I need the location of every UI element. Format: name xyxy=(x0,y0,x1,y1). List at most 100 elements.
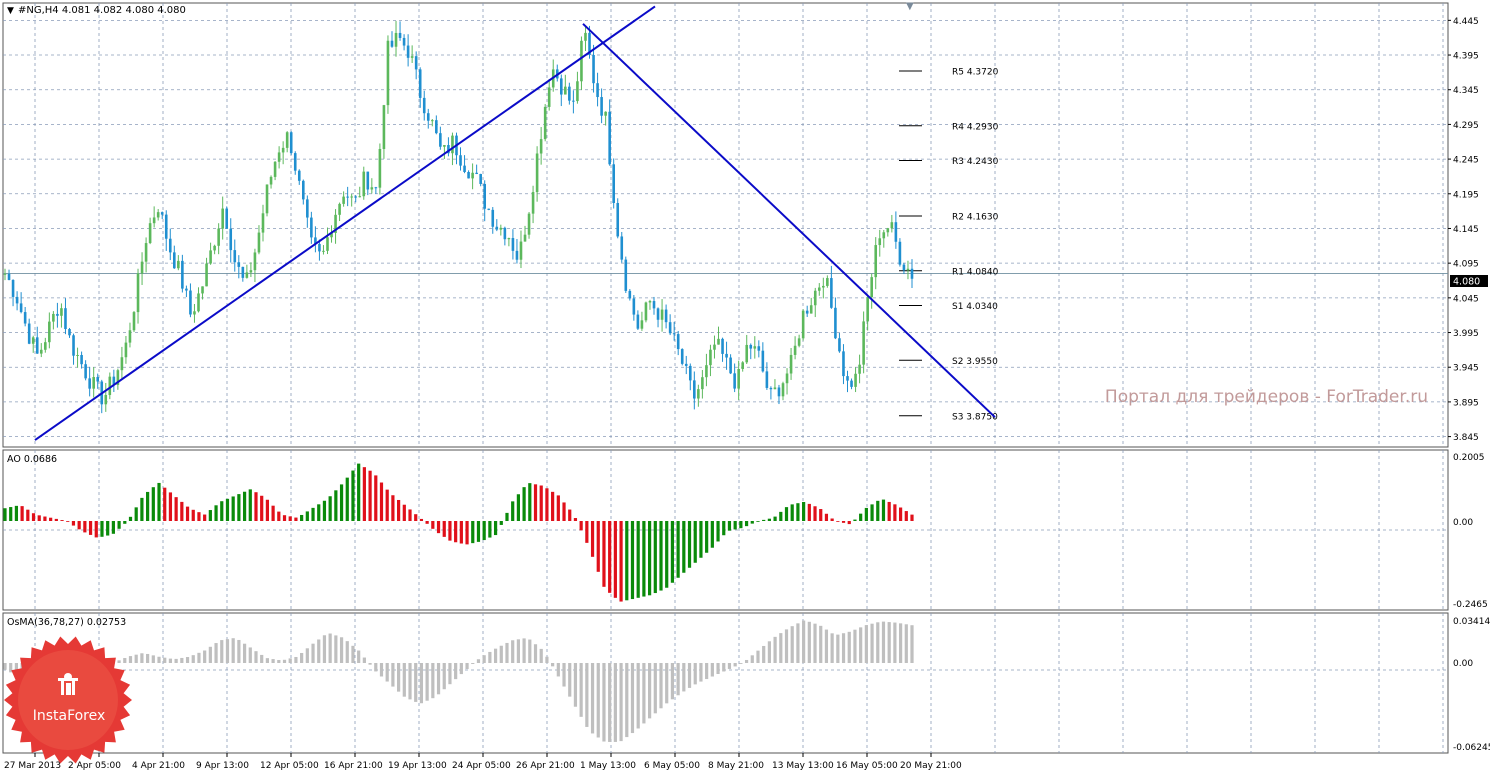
ao-bar xyxy=(151,487,155,521)
ao-bar xyxy=(174,497,178,521)
candle-body xyxy=(898,241,902,265)
ao-bar xyxy=(225,498,230,521)
candle-body xyxy=(293,153,297,171)
trading-terminal-chart: R5 4.3720 R4 4.2930 R3 4.2430 R2 4.1630 R1 4… xyxy=(0,0,1490,772)
candle-body xyxy=(475,172,478,174)
candle-body xyxy=(451,135,454,154)
osma-bar xyxy=(608,663,612,742)
ao-bar xyxy=(551,491,555,521)
osma-bar xyxy=(488,651,492,663)
osma-bar xyxy=(619,663,623,742)
candle-body xyxy=(144,243,148,262)
candle-body xyxy=(600,97,603,116)
osma-bar xyxy=(767,641,771,663)
chart-dropdown-icon[interactable]: ▼ xyxy=(7,6,14,16)
main-price-panel[interactable] xyxy=(2,2,1449,448)
ao-bar xyxy=(191,509,195,521)
osma-bar xyxy=(265,658,270,663)
osma-bar xyxy=(813,623,817,663)
ao-bar xyxy=(653,521,657,594)
osma-bar xyxy=(220,640,224,663)
candle-body xyxy=(616,202,620,237)
ao-bar xyxy=(727,521,732,531)
candle-body xyxy=(148,223,152,244)
time-axis-label: 19 Apr 13:00 xyxy=(388,761,447,771)
candle-body xyxy=(628,290,632,299)
pivot-level-label: R2 4.1630 xyxy=(952,212,999,222)
candle-body xyxy=(128,330,132,343)
candle-body xyxy=(672,333,676,335)
ao-bar xyxy=(163,487,167,521)
ao-bar xyxy=(836,521,840,522)
osma-bar xyxy=(887,622,891,663)
osma-bar xyxy=(545,656,549,663)
ao-bar xyxy=(493,521,498,536)
price-axis-label: 3.995 xyxy=(1453,329,1479,339)
candle-body xyxy=(713,344,716,350)
ao-bar xyxy=(94,521,98,538)
candle-body xyxy=(846,376,849,381)
ao-bar xyxy=(762,519,766,521)
ao-bar xyxy=(790,504,794,521)
candle-body xyxy=(753,346,757,349)
price-axis-label: 4.245 xyxy=(1453,156,1479,166)
osma-indicator-panel[interactable] xyxy=(2,612,1449,754)
candle-body xyxy=(289,132,293,154)
ao-bar xyxy=(904,511,908,521)
osma-bar xyxy=(653,663,657,714)
osma-bar xyxy=(562,663,566,687)
candle-body xyxy=(459,155,462,166)
candle-body xyxy=(729,357,732,374)
price-axis[interactable]: 4.445 4.395 4.345 4.295 4.245 4.195 4.145 4.095… xyxy=(1448,17,1479,443)
osma-bar xyxy=(465,663,469,670)
ao-bar xyxy=(830,518,834,521)
osma-bar xyxy=(454,663,458,680)
ao-bar xyxy=(585,521,589,543)
ao-bar xyxy=(590,521,595,557)
osma-bar xyxy=(630,663,635,734)
ao-bar xyxy=(659,521,663,591)
ao-bar xyxy=(26,509,30,521)
candle-body xyxy=(241,266,245,278)
pivot-level-label: R1 4.0840 xyxy=(952,267,999,277)
ao-bar xyxy=(14,505,19,521)
osma-bar xyxy=(128,656,133,663)
ao-bar xyxy=(505,512,509,521)
candle-body xyxy=(737,368,740,389)
ao-bar xyxy=(88,521,93,535)
time-axis-label: 1 May 13:00 xyxy=(580,761,636,771)
osma-bar xyxy=(311,643,315,663)
ao-bar xyxy=(368,470,372,521)
ao-bar xyxy=(237,494,241,521)
candle-body xyxy=(68,329,71,336)
osma-bar xyxy=(642,663,646,724)
candle-body xyxy=(559,78,563,95)
scroll-marker-icon[interactable]: ▼ xyxy=(906,1,914,12)
ao-bar xyxy=(625,521,629,601)
ao-bar xyxy=(260,495,264,521)
osma-bar xyxy=(134,654,138,663)
pivot-level-label: R5 4.3720 xyxy=(952,67,999,77)
price-axis-label: 3.845 xyxy=(1453,433,1479,443)
osma-bar xyxy=(231,638,235,663)
chart-canvas[interactable]: R5 4.3720 R4 4.2930 R3 4.2430 R2 4.1630 R1 4… xyxy=(0,0,1490,772)
ao-bar xyxy=(294,517,298,521)
time-axis[interactable]: 27 Mar 2013 2 Apr 05:00 4 Apr 21:00 9 Apr 1… xyxy=(4,753,962,771)
candle-body xyxy=(394,32,398,47)
candle-body xyxy=(11,279,15,297)
time-axis-label: 26 Apr 21:00 xyxy=(516,761,575,771)
candle-body xyxy=(354,196,358,198)
osma-bar xyxy=(448,663,452,685)
candle-body xyxy=(547,87,551,107)
osma-bar xyxy=(870,623,874,663)
candle-body xyxy=(265,184,269,214)
ao-axis-top: 0.2005 xyxy=(1453,453,1485,463)
ao-bar xyxy=(465,521,469,545)
candle-body xyxy=(523,234,527,242)
ao-bar xyxy=(556,495,560,521)
ao-bar xyxy=(619,521,623,602)
ao-bar xyxy=(687,521,692,568)
osma-bar xyxy=(762,645,766,663)
candle-body xyxy=(281,147,285,153)
candle-body xyxy=(503,227,507,240)
